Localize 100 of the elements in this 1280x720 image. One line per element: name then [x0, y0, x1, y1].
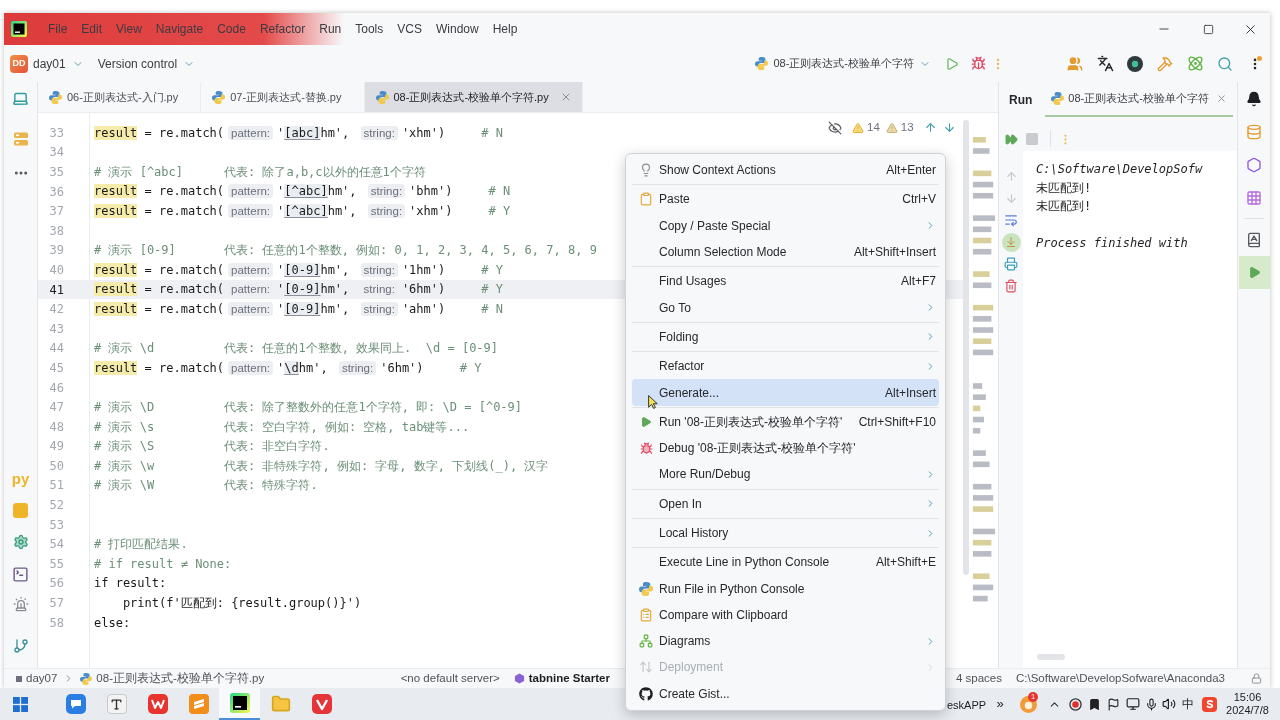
menu-bar-item[interactable]: VCS: [390, 20, 429, 38]
context-menu-item[interactable]: Debug '08-正则表达式-校验单个字符': [632, 434, 939, 462]
browser-app-icon[interactable]: [311, 694, 332, 714]
editor-tab[interactable]: 07-正则表达式-替换.py: [201, 82, 365, 112]
terminal-icon[interactable]: [12, 565, 29, 583]
context-menu-item[interactable]: Generate... Alt+Insert: [632, 379, 939, 406]
tray-app-label[interactable]: eskAPP: [947, 699, 987, 711]
record-circle-icon[interactable]: [1127, 55, 1143, 72]
interpreter-status[interactable]: C:\Software\DevelopSofware\Anaconda3: [1015, 669, 1225, 688]
line-number: 45: [49, 359, 64, 377]
rerun-icon[interactable]: [1004, 132, 1018, 146]
folder-icon[interactable]: [270, 694, 291, 714]
people-icon[interactable]: [1067, 55, 1083, 72]
context-menu-item[interactable]: Run File in Python Console: [632, 575, 939, 602]
hammer-icon[interactable]: [1157, 55, 1173, 72]
indent-status[interactable]: 4 spaces: [955, 669, 1002, 688]
breadcrumb[interactable]: 08-正则表达式-校验单个字符.py: [96, 669, 265, 688]
context-menu-item[interactable]: Local History: [632, 519, 939, 547]
run-config-dropdown[interactable]: 08-正则表达式-校验单个字符: [755, 55, 939, 72]
speaker-icon[interactable]: [1162, 697, 1176, 711]
context-menu-item[interactable]: Diagrams: [632, 628, 939, 655]
ide-app-icon[interactable]: [229, 693, 250, 713]
debug-icon[interactable]: [970, 56, 986, 71]
menu-bar-item[interactable]: Tools: [348, 20, 391, 38]
flag-icon[interactable]: [1107, 697, 1120, 711]
plugin-status[interactable]: tabnine Starter: [528, 669, 610, 688]
context-menu-item[interactable]: Go To: [632, 294, 939, 321]
microphone-icon[interactable]: [1144, 697, 1158, 711]
clock-time[interactable]: 15:06: [1233, 691, 1262, 704]
print-icon[interactable]: [1004, 257, 1018, 271]
line-number: 42: [49, 301, 64, 319]
menu-bar-item[interactable]: Window: [428, 20, 486, 38]
menu-bar-item[interactable]: Help: [485, 20, 525, 38]
search-icon[interactable]: [1217, 55, 1233, 72]
clock-date[interactable]: 2024/7/8: [1226, 704, 1269, 717]
context-menu-item[interactable]: Column Selection Mode Alt+Shift+Insert: [632, 238, 939, 266]
context-menu-item[interactable]: Copy / Paste Special: [632, 212, 939, 239]
server-status[interactable]: <no default server>: [400, 669, 500, 688]
arrow-up-icon[interactable]: [923, 121, 937, 135]
line-number: 35: [49, 164, 64, 181]
breadcrumb[interactable]: day07: [26, 669, 58, 688]
project-dropdown[interactable]: day01: [33, 54, 84, 73]
atom-icon[interactable]: [1186, 55, 1204, 72]
menu-bar-item[interactable]: Run: [312, 20, 349, 38]
context-menu-item[interactable]: Compare with Clipboard: [632, 601, 939, 629]
alarm-icon[interactable]: [12, 596, 29, 612]
editor-tab[interactable]: 08-正则表达式-校验单个字符.py: [364, 82, 583, 112]
branch-icon[interactable]: [12, 638, 29, 654]
context-menu-item[interactable]: More Run/Debug: [632, 461, 939, 488]
overflow-chevron[interactable]: »: [996, 694, 1004, 714]
weak-warning-count[interactable]: 13: [900, 119, 914, 137]
context-menu-item[interactable]: Execute Line in Python Console Alt+Shift+E: [632, 549, 939, 576]
translate-icon[interactable]: [1096, 55, 1114, 72]
bookmark-icon[interactable]: [1088, 697, 1101, 711]
context-menu-item[interactable]: Refactor: [632, 353, 939, 380]
context-menu-item[interactable]: Find Usages Alt+F7: [632, 268, 939, 295]
menu-bar-item[interactable]: Refactor: [252, 20, 313, 38]
bell-icon[interactable]: [1246, 90, 1262, 107]
monitor-icon[interactable]: [1125, 697, 1140, 711]
start-icon[interactable]: [12, 696, 28, 712]
line-number: 49: [49, 438, 64, 456]
settings-icon[interactable]: [12, 534, 29, 550]
context-menu-item[interactable]: Run '08-正则表达式-校验单个字符' Ctrl+Shift+F10: [632, 408, 939, 435]
context-menu-item[interactable]: Paste Ctrl+V: [632, 186, 939, 213]
soft-wrap-icon[interactable]: [1004, 213, 1018, 227]
warning-count[interactable]: 14: [867, 119, 880, 137]
scroll-to-end-toggle[interactable]: [1001, 232, 1021, 252]
record-icon[interactable]: [1068, 697, 1082, 711]
play-icon[interactable]: [1247, 266, 1261, 279]
taskbar-app[interactable]: [219, 688, 260, 720]
code-editor-app-icon[interactable]: [188, 694, 209, 714]
context-menu-item[interactable]: Show Context Actions Alt+Enter: [632, 157, 939, 184]
grid-icon[interactable]: [1246, 189, 1262, 206]
rounded-square-icon[interactable]: [13, 502, 28, 518]
input-method-indicator[interactable]: 中: [1182, 695, 1194, 713]
code-line: if result:: [94, 575, 167, 593]
book-icon[interactable]: [1246, 231, 1262, 248]
scrollbar-thumb[interactable]: [963, 120, 969, 575]
maximize-icon[interactable]: [1202, 23, 1214, 35]
run-icon[interactable]: [945, 56, 959, 71]
shortcut-label: Alt+Shift+Insert: [853, 244, 936, 262]
eye-slash-icon[interactable]: [828, 120, 842, 135]
line-number: 50: [49, 457, 64, 475]
stacked-blocks-icon[interactable]: [12, 131, 29, 147]
editor-tab[interactable]: 06-正则表达式-入门.py: [38, 82, 202, 112]
context-menu-item[interactable]: Open In: [632, 490, 939, 517]
version-control-dropdown[interactable]: Version control: [97, 54, 196, 73]
scrollbar-thumb[interactable]: [1037, 654, 1065, 660]
run-tab[interactable]: 08-正则表达式-校验单个字符: [1045, 82, 1233, 117]
arrow-down-icon[interactable]: [942, 121, 956, 135]
database-icon[interactable]: [1246, 123, 1262, 140]
hexagon-icon[interactable]: [1246, 156, 1262, 173]
chat-app-icon[interactable]: [65, 694, 86, 714]
editor-app-icon[interactable]: [106, 694, 127, 714]
code-line: # 演示 \S 代表: 非空白字符.: [94, 438, 330, 456]
office-app-icon[interactable]: [147, 694, 168, 714]
context-menu-item[interactable]: Create Gist...: [632, 680, 939, 707]
context-menu-item[interactable]: Folding: [632, 323, 939, 351]
trash-icon[interactable]: [1004, 279, 1018, 293]
input-method-icon[interactable]: [1201, 696, 1217, 712]
